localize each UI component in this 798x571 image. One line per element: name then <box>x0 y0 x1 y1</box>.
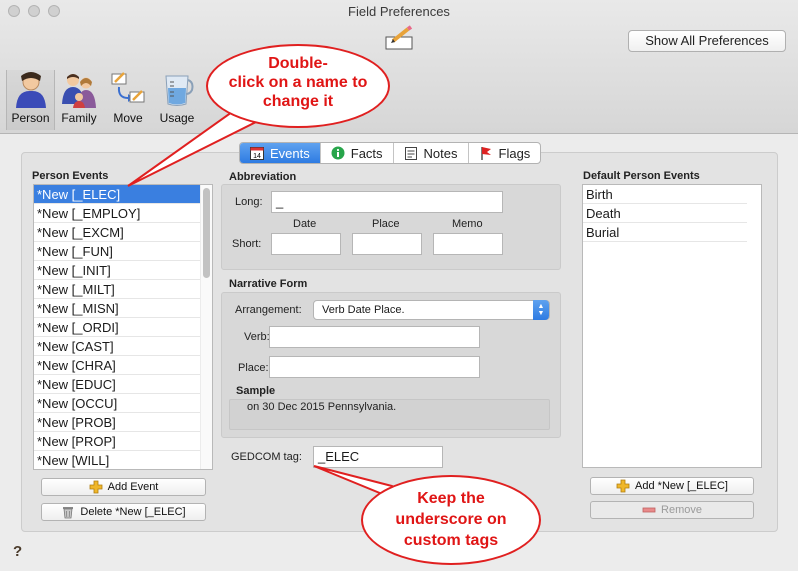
arrangement-value: Verb Date Place. <box>322 304 405 316</box>
person-event-row[interactable]: *New [_EMPLOY] <box>34 204 212 223</box>
callout-double-click: Double- click on a name to change it <box>206 44 390 128</box>
callout-line: change it <box>262 93 334 110</box>
remove-default-event-button[interactable]: Remove <box>590 501 754 519</box>
show-all-preferences-button[interactable]: Show All Preferences <box>628 30 786 52</box>
person-events-heading: Person Events <box>32 170 109 182</box>
person-event-row[interactable]: *New [_EXCM] <box>34 223 212 242</box>
toolbar-item-family[interactable]: Family <box>55 70 103 130</box>
gedcom-tag-field[interactable]: _ELEC <box>313 446 443 468</box>
person-event-row[interactable]: *New [_ELEC] <box>34 185 212 204</box>
person-event-row[interactable]: *New [_FUN] <box>34 242 212 261</box>
person-event-row[interactable]: *New [OCCU] <box>34 394 212 413</box>
place-column-label: Place <box>372 218 400 230</box>
toolbar-label-person: Person <box>11 111 50 125</box>
short-date-field[interactable] <box>271 233 341 255</box>
move-icon <box>110 70 146 108</box>
abbreviation-heading: Abbreviation <box>229 171 297 183</box>
narrative-place-label: Place: <box>238 362 269 374</box>
info-icon <box>331 146 345 160</box>
toolbar-label-usage: Usage <box>159 111 195 125</box>
memo-column-label: Memo <box>452 218 483 230</box>
tab-flags[interactable]: Flags <box>469 143 541 163</box>
svg-text:14: 14 <box>253 153 261 160</box>
tab-bar: 14 Events Facts Notes Flags <box>239 142 542 164</box>
default-event-row[interactable]: Birth <box>583 185 747 204</box>
usage-icon <box>159 70 195 108</box>
flag-icon <box>479 146 493 160</box>
long-label: Long: <box>235 196 263 208</box>
toolbar-item-move[interactable]: Move <box>103 70 153 130</box>
family-icon <box>61 70 97 108</box>
person-icon <box>13 70 49 108</box>
tab-label: Flags <box>498 145 531 161</box>
tab-events[interactable]: 14 Events <box>240 143 321 163</box>
pencil-paper-icon <box>385 25 413 50</box>
person-event-row[interactable]: *New [CHRA] <box>34 356 212 375</box>
callout-line: click on a name to <box>228 74 368 91</box>
plus-icon <box>616 479 630 493</box>
person-event-row[interactable]: *New [_MILT] <box>34 280 212 299</box>
sample-text: on 30 Dec 2015 Pennsylvania. <box>247 401 397 413</box>
tab-notes[interactable]: Notes <box>394 143 469 163</box>
add-default-event-button[interactable]: Add *New [_ELEC] <box>590 477 754 495</box>
toolbar-item-person[interactable]: Person <box>6 70 55 130</box>
date-column-label: Date <box>293 218 317 230</box>
toolbar-label-family: Family <box>61 111 97 125</box>
callout-line: Keep the <box>417 490 485 507</box>
person-event-row[interactable]: *New [CAST] <box>34 337 212 356</box>
callout-line: underscore on <box>395 511 507 528</box>
toolbar-label-move: Move <box>113 111 143 125</box>
default-events-heading: Default Person Events <box>583 170 700 182</box>
add-default-event-label: Add *New [_ELEC] <box>635 480 728 492</box>
arrangement-popup[interactable]: Verb Date Place. ▲ ▼ <box>313 300 550 320</box>
delete-event-label: Delete *New [_ELEC] <box>80 506 186 518</box>
verb-label: Verb: <box>244 331 270 343</box>
person-event-row[interactable]: *New [WILL] <box>34 451 212 469</box>
scroll-thumb[interactable] <box>203 188 210 278</box>
gedcom-label: GEDCOM tag: <box>231 451 302 463</box>
delete-event-button[interactable]: Delete *New [_ELEC] <box>41 503 206 521</box>
person-events-list[interactable]: *New [_ELEC] *New [_EMPLOY] *New [_EXCM] *N… <box>33 184 213 470</box>
tab-label: Facts <box>350 145 383 161</box>
trash-icon <box>61 505 75 519</box>
tab-label: Events <box>270 145 310 161</box>
callout-keep-underscore: Keep the underscore on custom tags <box>361 475 541 565</box>
add-event-button[interactable]: Add Event <box>41 478 206 496</box>
help-button[interactable]: ? <box>13 543 22 560</box>
arrangement-label: Arrangement: <box>235 304 302 316</box>
person-event-row[interactable]: *New [PROB] <box>34 413 212 432</box>
person-event-row[interactable]: *New [EDUC] <box>34 375 212 394</box>
up-down-arrows-icon: ▲ ▼ <box>533 300 549 320</box>
narrative-place-field[interactable] <box>269 356 480 378</box>
long-field[interactable]: _ <box>271 191 503 213</box>
short-label: Short: <box>232 238 262 250</box>
verb-field[interactable] <box>269 326 480 348</box>
person-event-row[interactable]: *New [_ORDI] <box>34 318 212 337</box>
default-events-list[interactable]: Birth Death Burial <box>582 184 762 468</box>
default-event-row[interactable]: Burial <box>583 223 747 242</box>
tab-label: Notes <box>423 145 458 161</box>
person-event-row[interactable]: *New [_MISN] <box>34 299 212 318</box>
sample-heading: Sample <box>236 385 276 397</box>
remove-default-event-label: Remove <box>661 504 702 516</box>
window-title: Field Preferences <box>348 4 450 19</box>
notes-icon <box>404 146 418 160</box>
minus-icon <box>642 503 656 517</box>
plus-icon <box>89 480 103 494</box>
short-memo-field[interactable] <box>433 233 503 255</box>
add-event-label: Add Event <box>107 481 159 493</box>
toolbar-item-usage[interactable]: Usage <box>153 70 201 130</box>
person-event-row[interactable]: *New [_INIT] <box>34 261 212 280</box>
calendar-icon: 14 <box>250 146 264 160</box>
person-events-scrollbar[interactable] <box>200 185 212 469</box>
preferences-window: Field Preferences Show All Preferences P… <box>0 0 798 571</box>
callout-line: Double- <box>268 55 328 72</box>
title-toolbar: Field Preferences Show All Preferences P… <box>0 0 798 134</box>
default-event-row[interactable]: Death <box>583 204 747 223</box>
narrative-heading: Narrative Form <box>229 278 308 290</box>
callout-line: custom tags <box>403 532 499 549</box>
person-event-row[interactable]: *New [PROP] <box>34 432 212 451</box>
short-place-field[interactable] <box>352 233 422 255</box>
tab-facts[interactable]: Facts <box>321 143 394 163</box>
